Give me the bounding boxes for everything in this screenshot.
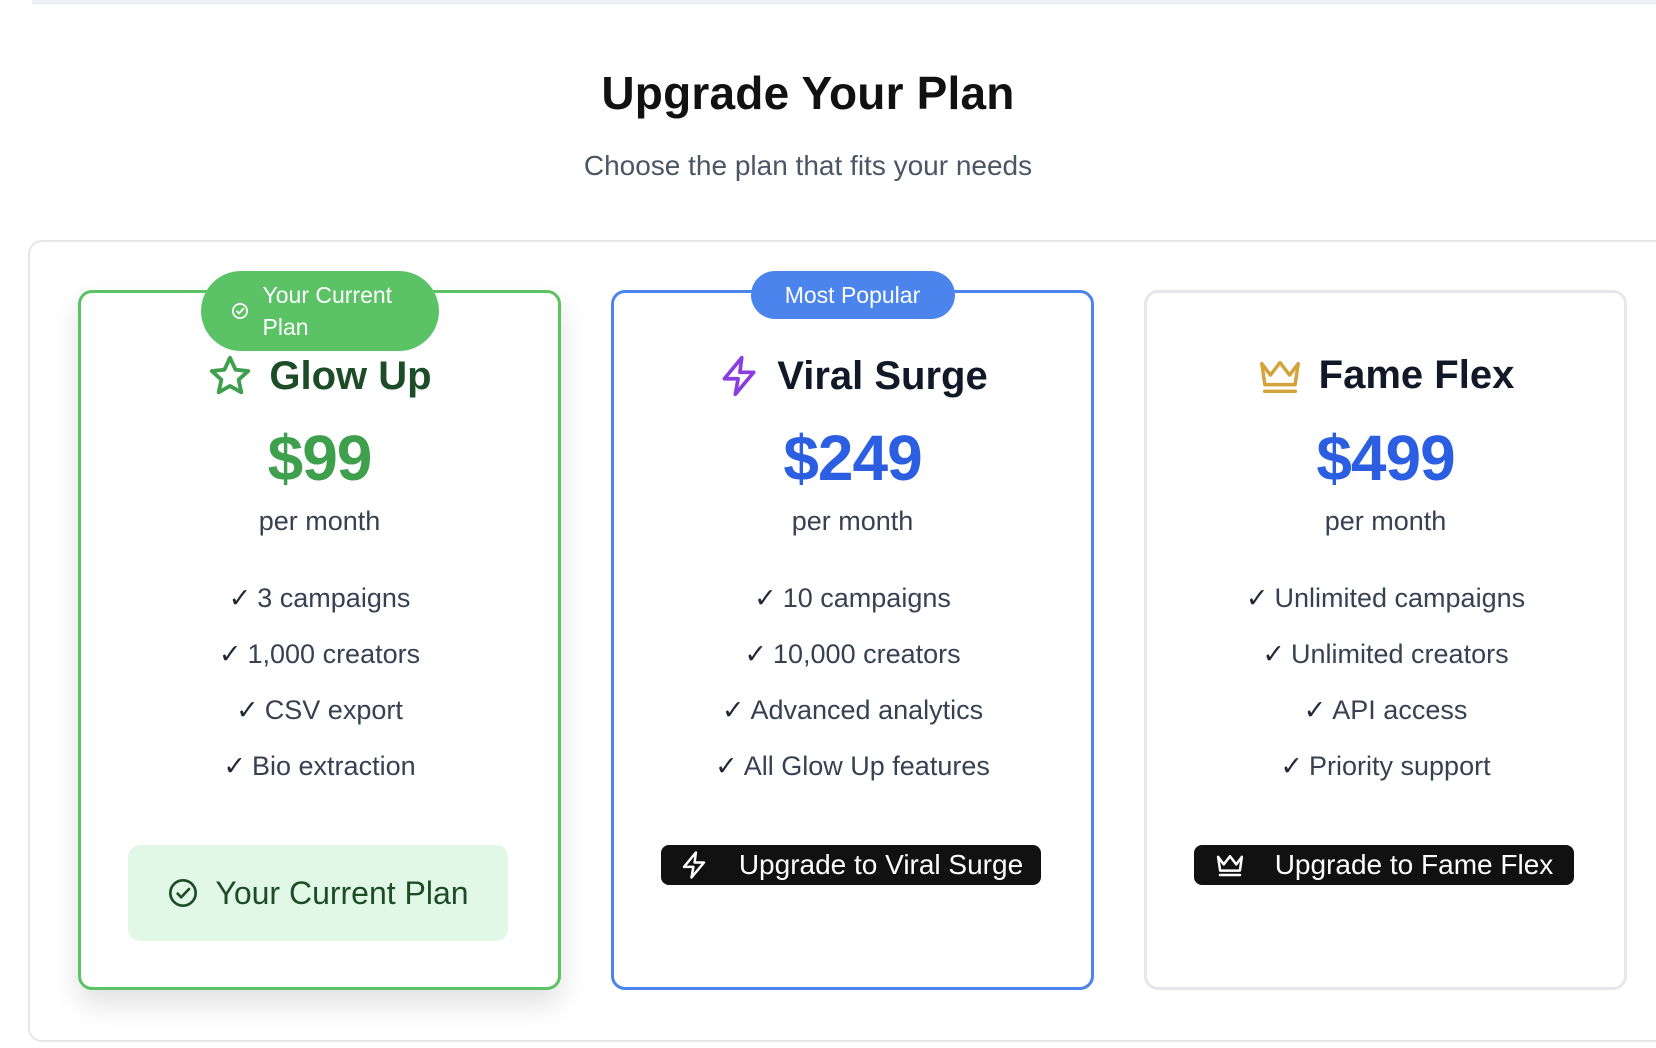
check-mark-icon: ✓ xyxy=(744,639,767,669)
current-plan-badge: Your Current Plan xyxy=(200,271,439,351)
plan-header: Viral Surge xyxy=(614,353,1091,399)
plan-name: Viral Surge xyxy=(777,353,988,398)
star-icon xyxy=(207,353,253,399)
plan-card-glow-up: Your Current Plan Glow Up $99 per month … xyxy=(78,271,561,990)
check-circle-icon xyxy=(167,877,199,909)
feature-item: ✓ API access xyxy=(1303,695,1468,725)
plan-period: per month xyxy=(791,506,914,536)
feature-item: ✓ Unlimited campaigns xyxy=(1245,583,1526,613)
plan-name: Glow Up xyxy=(269,353,432,398)
check-mark-icon: ✓ xyxy=(1245,583,1269,613)
lightning-icon xyxy=(717,353,761,399)
plan-price: $249 xyxy=(783,422,922,494)
feature-item: ✓ Priority support xyxy=(1280,751,1491,781)
upgrade-button-label: Upgrade to Viral Surge xyxy=(738,849,1024,880)
check-mark-icon: ✓ xyxy=(1280,751,1304,781)
plan-header: Glow Up xyxy=(81,353,558,399)
crown-icon xyxy=(1257,356,1303,396)
check-mark-icon: ✓ xyxy=(754,583,777,613)
plan-price: $499 xyxy=(1316,422,1455,494)
plan-period: per month xyxy=(1324,506,1447,536)
current-plan-indicator: Your Current Plan xyxy=(128,845,508,941)
upgrade-viral-surge-button[interactable]: Upgrade to Viral Surge xyxy=(661,845,1041,885)
check-circle-icon xyxy=(231,302,249,320)
feature-item: ✓ Bio extraction xyxy=(223,751,416,781)
feature-item: ✓ 10,000 creators xyxy=(744,639,961,669)
lightning-icon xyxy=(679,850,709,880)
plan-card-fame-flex: Fame Flex $499 per month ✓ Unlimited camp… xyxy=(1144,290,1627,990)
check-mark-icon: ✓ xyxy=(223,751,247,781)
feature-item: ✓ 10 campaigns xyxy=(754,583,951,613)
plan-card-viral-surge: Most Popular Viral Surge $249 per month … xyxy=(611,271,1094,990)
check-mark-icon: ✓ xyxy=(1262,639,1286,669)
check-mark-icon: ✓ xyxy=(228,583,252,613)
page-subtitle: Choose the plan that fits your needs xyxy=(583,150,1033,181)
most-popular-badge: Most Popular xyxy=(750,271,955,319)
plan-period: per month xyxy=(258,506,381,536)
crown-icon xyxy=(1215,852,1245,878)
plan-name: Fame Flex xyxy=(1318,353,1515,397)
feature-item: ✓ Advanced analytics xyxy=(721,695,984,725)
feature-item: ✓ All Glow Up features xyxy=(715,751,990,781)
check-mark-icon: ✓ xyxy=(715,751,738,781)
feature-item: ✓ Unlimited creators xyxy=(1262,639,1509,669)
current-plan-label: Your Current Plan xyxy=(215,874,469,911)
feature-item: ✓ CSV export xyxy=(236,695,403,725)
feature-item: ✓ 1,000 creators xyxy=(218,639,421,669)
check-mark-icon: ✓ xyxy=(721,695,745,725)
check-mark-icon: ✓ xyxy=(236,695,259,725)
feature-list: ✓ Unlimited campaigns ✓ Unlimited creators… xyxy=(1147,583,1624,807)
feature-item: ✓ 3 campaigns xyxy=(228,583,411,613)
check-mark-icon: ✓ xyxy=(218,639,242,669)
upgrade-button-label: Upgrade to Fame Flex xyxy=(1274,849,1554,880)
top-divider xyxy=(32,0,1656,4)
feature-list: ✓ 10 campaigns ✓ 10,000 creators ✓ Advanced… xyxy=(614,583,1091,807)
badge-label: Your Current Plan xyxy=(262,282,393,340)
plan-price: $99 xyxy=(267,422,373,494)
feature-list: ✓ 3 campaigns ✓ 1,000 creators ✓ CSV export… xyxy=(81,583,558,807)
upgrade-fame-flex-button[interactable]: Upgrade to Fame Flex xyxy=(1194,845,1574,885)
check-mark-icon: ✓ xyxy=(1303,695,1327,725)
page-title: Upgrade Your Plan xyxy=(601,67,1015,119)
plan-header: Fame Flex xyxy=(1147,353,1624,398)
